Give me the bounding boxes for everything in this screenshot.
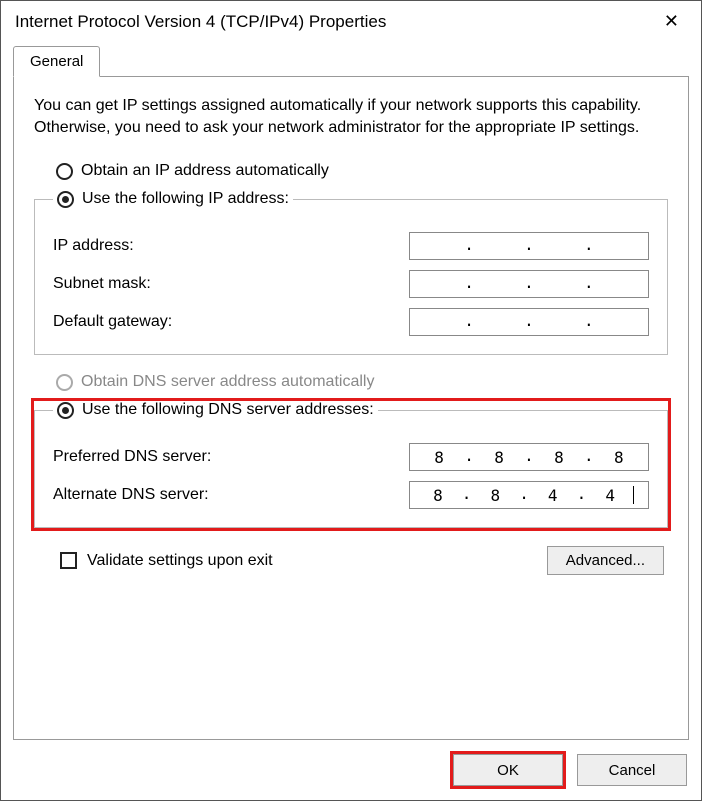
alternate-dns-label: Alternate DNS server: — [53, 486, 209, 504]
button-label: OK — [497, 762, 519, 779]
titlebar: Internet Protocol Version 4 (TCP/IPv4) P… — [1, 1, 701, 46]
checkbox-label: Validate settings upon exit — [87, 552, 273, 570]
radio-label: Obtain DNS server address automatically — [81, 373, 374, 391]
group-dns-manual: Use the following DNS server addresses: … — [34, 401, 668, 528]
checkbox-icon — [60, 552, 77, 569]
dialog-window: Internet Protocol Version 4 (TCP/IPv4) P… — [0, 0, 702, 801]
subnet-mask-input[interactable]: . . . — [409, 270, 649, 298]
content-area: General You can get IP settings assigned… — [1, 46, 701, 740]
button-label: Advanced... — [566, 552, 645, 569]
ok-button[interactable]: OK — [453, 754, 563, 786]
dialog-button-row: OK Cancel — [1, 740, 701, 800]
cancel-button[interactable]: Cancel — [577, 754, 687, 786]
validate-checkbox[interactable]: Validate settings upon exit — [60, 552, 273, 570]
ip-address-label: IP address: — [53, 237, 134, 255]
ip-octet: 8 — [424, 486, 452, 505]
radio-label: Obtain an IP address automatically — [81, 162, 329, 180]
ip-octet: 8 — [605, 448, 633, 467]
ip-octet: 4 — [596, 486, 624, 505]
advanced-button[interactable]: Advanced... — [547, 546, 664, 575]
subnet-mask-label: Subnet mask: — [53, 275, 151, 293]
radio-ip-manual[interactable]: Use the following IP address: — [57, 190, 289, 208]
preferred-dns-label: Preferred DNS server: — [53, 448, 211, 466]
default-gateway-input[interactable]: . . . — [409, 308, 649, 336]
default-gateway-label: Default gateway: — [53, 313, 172, 331]
tab-panel: You can get IP settings assigned automat… — [13, 76, 689, 740]
radio-label: Use the following DNS server addresses: — [82, 401, 374, 419]
ip-octet: 8 — [485, 448, 513, 467]
radio-dns-manual[interactable]: Use the following DNS server addresses: — [57, 401, 374, 419]
radio-icon — [57, 191, 74, 208]
button-label: Cancel — [609, 762, 656, 779]
explanation-text: You can get IP settings assigned automat… — [34, 95, 668, 138]
tab-general[interactable]: General — [13, 46, 100, 77]
alternate-dns-input[interactable]: 8. 8. 4. 4 — [409, 481, 649, 509]
radio-icon — [57, 402, 74, 419]
ip-octet: 4 — [539, 486, 567, 505]
ip-octet: 8 — [545, 448, 573, 467]
window-title: Internet Protocol Version 4 (TCP/IPv4) P… — [15, 12, 386, 32]
tab-strip: General — [13, 46, 689, 76]
group-ip-manual: Use the following IP address: IP address… — [34, 190, 668, 355]
radio-icon — [56, 163, 73, 180]
preferred-dns-input[interactable]: 8. 8. 8. 8 — [409, 443, 649, 471]
ip-octet: 8 — [425, 448, 453, 467]
radio-label: Use the following IP address: — [82, 190, 289, 208]
ip-address-input[interactable]: . . . — [409, 232, 649, 260]
text-caret — [633, 486, 634, 504]
radio-dns-auto: Obtain DNS server address automatically — [56, 373, 668, 391]
radio-ip-auto[interactable]: Obtain an IP address automatically — [56, 162, 668, 180]
ip-octet: 8 — [481, 486, 509, 505]
close-icon[interactable]: ✕ — [656, 9, 687, 34]
radio-icon — [56, 374, 73, 391]
tab-label: General — [30, 53, 83, 70]
